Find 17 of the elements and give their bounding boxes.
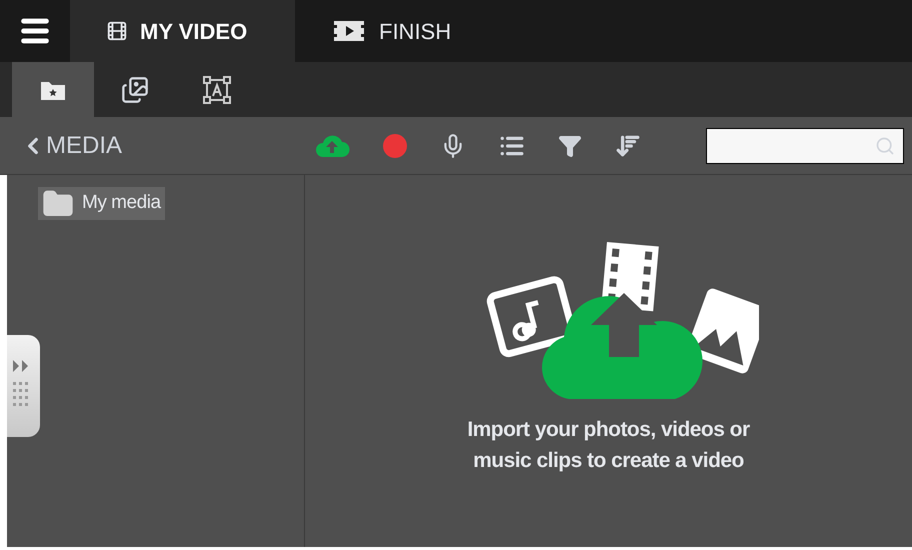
search-field[interactable] [706,128,904,164]
images-icon [121,76,149,104]
side-handle[interactable] [7,335,40,437]
filter-icon [558,134,582,158]
sub-tab[interactable] [12,62,94,117]
main-tab[interactable]: FINISH [295,0,488,62]
text-box-icon [203,76,231,104]
record-icon [383,134,407,158]
import-hint-text: Import your photos, videos or music clips to create a video [467,417,750,474]
folder-item[interactable]: My media [38,187,165,220]
search-icon [875,136,895,156]
back-button[interactable]: MEDIA [20,128,310,164]
film-icon [106,20,128,42]
sort-icon [615,132,641,158]
film-play-icon [331,20,367,42]
cloud-upload-icon [314,134,350,158]
main-tab[interactable]: MY VIDEO [70,0,295,62]
